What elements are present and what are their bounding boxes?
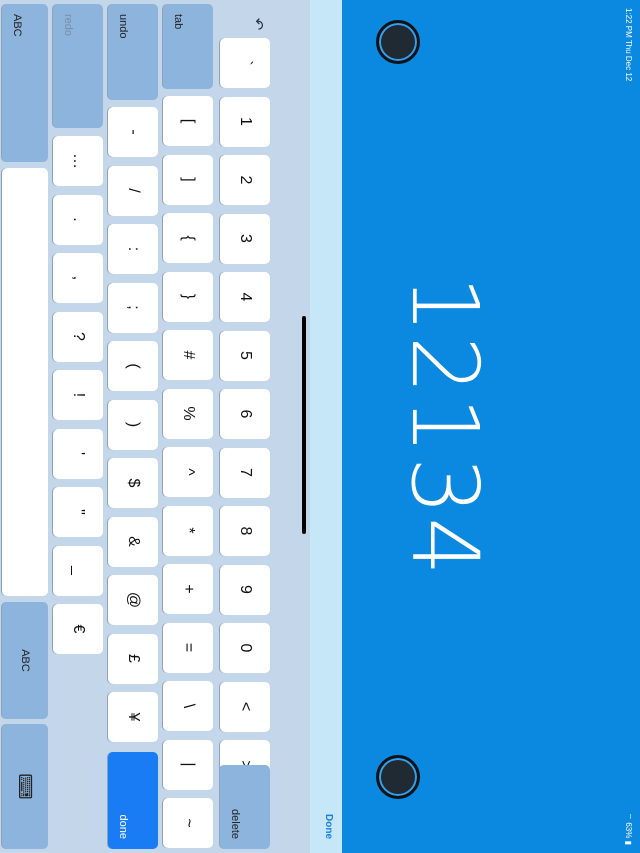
key-row4-0[interactable]: … bbox=[53, 136, 103, 186]
key-row4-8[interactable]: € bbox=[53, 604, 103, 654]
key-row3-9[interactable]: £ bbox=[108, 633, 158, 684]
status-bar: 1:22 PM Thu Dec 12 ⌔ 63% ▮ bbox=[620, 0, 636, 853]
status-battery: ⌔ 63% ▮ bbox=[624, 812, 633, 845]
undo-key[interactable]: undo bbox=[108, 4, 158, 100]
display-value: 12134 bbox=[391, 275, 498, 578]
home-indicator bbox=[302, 316, 306, 534]
rotated-screen: 1:22 PM Thu Dec 12 ⌔ 63% ▮ 12134 Done ↶ … bbox=[0, 0, 640, 853]
key-row1-7[interactable]: 7 bbox=[220, 447, 270, 498]
key-row1-6[interactable]: 6 bbox=[220, 389, 270, 439]
key-row2-2[interactable]: { bbox=[163, 213, 213, 263]
key-row4-6[interactable]: " bbox=[53, 487, 103, 537]
space-bar[interactable] bbox=[2, 168, 48, 596]
delete-key-label: delete bbox=[229, 809, 241, 839]
keyboard: ↶ ↷ ⧉ `1234567890<> []{}#%^*+=\|~ -/:;()… bbox=[0, 0, 310, 853]
status-time-date: 1:22 PM Thu Dec 12 bbox=[624, 8, 633, 82]
keyboard-dismiss-key[interactable]: ⌨ bbox=[2, 724, 48, 849]
key-row4-1[interactable]: . bbox=[53, 194, 103, 245]
key-row2-4[interactable]: # bbox=[163, 330, 213, 380]
key-row3-8[interactable]: @ bbox=[108, 575, 158, 625]
key-row4-5[interactable]: ' bbox=[53, 428, 103, 479]
done-key-label: done bbox=[117, 814, 129, 839]
key-row4-3[interactable]: ? bbox=[53, 311, 103, 362]
done-link[interactable]: Done bbox=[323, 814, 334, 839]
tab-key-label: tab bbox=[172, 14, 184, 30]
key-row1-9[interactable]: 9 bbox=[220, 564, 270, 615]
delete-key[interactable]: delete bbox=[220, 765, 270, 849]
key-row4-4[interactable]: ! bbox=[53, 370, 103, 420]
key-row3-7[interactable]: & bbox=[108, 516, 158, 567]
key-row2-10[interactable]: \ bbox=[163, 681, 213, 731]
key-row3-0[interactable]: - bbox=[108, 107, 158, 157]
key-row2-1[interactable]: ] bbox=[163, 154, 213, 205]
key-row3-10[interactable]: ¥ bbox=[108, 692, 158, 742]
abc-key-right-label: ABC bbox=[19, 649, 31, 672]
key-row1-4[interactable]: 4 bbox=[220, 272, 270, 322]
key-row1-0[interactable]: ` bbox=[220, 38, 270, 88]
abc-key-left[interactable]: ABC bbox=[2, 4, 48, 162]
keyboard-dismiss-icon: ⌨ bbox=[15, 773, 36, 800]
redo-key-label: redo bbox=[62, 14, 74, 37]
undo-key-label: undo bbox=[117, 14, 129, 39]
key-row3-1[interactable]: / bbox=[108, 165, 158, 216]
input-accessory-bar: Done bbox=[310, 0, 342, 853]
key-row1-3[interactable]: 3 bbox=[220, 213, 270, 264]
abc-key-right[interactable]: ABC bbox=[2, 602, 48, 719]
key-row2-11[interactable]: | bbox=[163, 739, 213, 790]
key-row2-3[interactable]: } bbox=[163, 271, 213, 322]
key-row2-0[interactable]: [ bbox=[163, 96, 213, 146]
redo-key[interactable]: redo bbox=[53, 4, 103, 128]
key-row1-10[interactable]: 0 bbox=[220, 623, 270, 673]
key-row2-12[interactable]: ~ bbox=[163, 798, 213, 848]
key-row2-9[interactable]: = bbox=[163, 622, 213, 673]
undo-arrow-icon[interactable]: ↶ bbox=[248, 14, 268, 34]
key-row3-2[interactable]: : bbox=[108, 224, 158, 274]
key-row1-8[interactable]: 8 bbox=[220, 506, 270, 556]
battery-percent: 63% bbox=[624, 822, 633, 839]
key-row3-6[interactable]: $ bbox=[108, 458, 158, 508]
key-row3-5[interactable]: ) bbox=[108, 399, 158, 450]
tab-key[interactable]: tab bbox=[163, 4, 213, 89]
done-key[interactable]: done bbox=[108, 752, 158, 849]
key-row2-5[interactable]: % bbox=[163, 388, 213, 439]
key-row1-2[interactable]: 2 bbox=[220, 155, 270, 205]
key-row2-7[interactable]: * bbox=[163, 505, 213, 556]
key-row1-1[interactable]: 1 bbox=[220, 96, 270, 147]
key-row4-2[interactable]: , bbox=[53, 253, 103, 303]
key-row3-4[interactable]: ( bbox=[108, 341, 158, 391]
number-display-area: 1:22 PM Thu Dec 12 ⌔ 63% ▮ 12134 bbox=[342, 0, 640, 853]
key-row1-11[interactable]: < bbox=[220, 681, 270, 732]
key-row2-8[interactable]: + bbox=[163, 564, 213, 614]
key-row2-6[interactable]: ^ bbox=[163, 447, 213, 497]
abc-key-left-label: ABC bbox=[11, 14, 23, 37]
key-row1-5[interactable]: 5 bbox=[220, 330, 270, 381]
key-row3-3[interactable]: ; bbox=[108, 282, 158, 333]
key-row4-7[interactable]: _ bbox=[53, 545, 103, 596]
